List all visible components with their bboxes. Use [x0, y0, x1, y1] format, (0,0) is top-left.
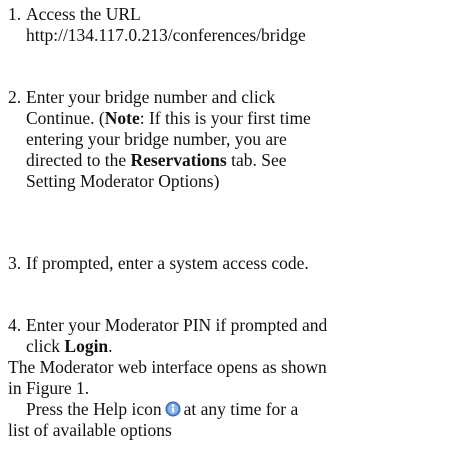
help-line: Press the Help icon at any time for a — [0, 399, 449, 420]
step-2-line-2-end: : If this is your first time — [139, 108, 311, 128]
step-2-line-2-start: Continue. ( — [26, 108, 105, 128]
step-2-text: Enter your bridge number and click Conti… — [26, 87, 446, 192]
step-2-line-4: directed to the Reservations tab. See — [26, 150, 446, 171]
step-4-line-2-start: click — [26, 336, 65, 356]
step-2-line-1: Enter your bridge number and click — [26, 87, 276, 107]
step-4-line-2-end: . — [108, 336, 113, 356]
step-2-line-5: Setting Moderator Options) — [26, 171, 220, 191]
reservations-label: Reservations — [130, 150, 227, 170]
help-line-start: Press the Help icon — [26, 399, 162, 419]
step-1-number: 1. — [8, 4, 22, 24]
step-1-text: Access the URL http://134.117.0.213/conf… — [26, 4, 446, 46]
step-2-number: 2. — [8, 87, 22, 107]
result-line-1: The Moderator web interface opens as sho… — [8, 357, 327, 377]
step-2-line-4-end: tab. See — [226, 150, 287, 170]
step-4-line-1: Enter your Moderator PIN if prompted and — [26, 315, 328, 335]
result-line-2: in Figure 1. — [8, 378, 90, 398]
step-2-line-4-start: directed to the — [26, 150, 131, 170]
step-4-line-2: click Login. — [26, 336, 446, 357]
step-3-number: 3. — [8, 253, 22, 273]
login-label: Login — [64, 336, 109, 356]
help-line-2: list of available options — [8, 420, 172, 440]
step-4-number: 4. — [8, 315, 22, 335]
step-1-line-1: Access the URL — [26, 4, 141, 24]
step-3-line-1: If prompted, enter a system access code. — [26, 253, 309, 273]
step-2-line-2: Continue. (Note: If this is your first t… — [26, 108, 446, 129]
note-label: Note — [104, 108, 140, 128]
step-2-line-3: entering your bridge number, you are — [26, 129, 287, 149]
step-4-text: Enter your Moderator PIN if prompted and… — [26, 315, 446, 357]
step-1-url: http://134.117.0.213/conferences/bridge — [26, 25, 306, 45]
help-line-end: at any time for a — [183, 399, 299, 419]
step-3-text: If prompted, enter a system access code. — [26, 253, 446, 274]
help-icon — [165, 401, 181, 417]
result-paragraph: The Moderator web interface opens as sho… — [0, 357, 449, 441]
